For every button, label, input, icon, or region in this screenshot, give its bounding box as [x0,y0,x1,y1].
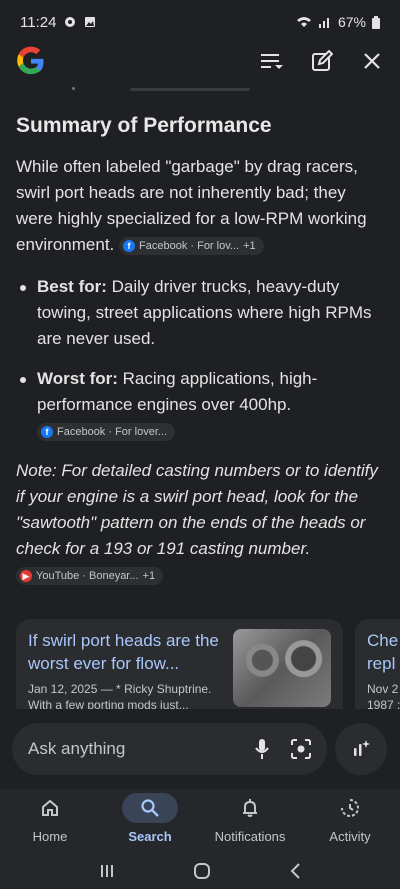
facebook-icon: f [41,425,53,438]
list-item: Worst for: Racing applications, high-per… [16,366,384,444]
sparkle-bars-icon [354,740,370,756]
lens-icon[interactable] [291,739,311,759]
recents-icon[interactable] [99,863,115,879]
settings-status-icon [65,17,76,27]
source-chip[interactable]: f Facebook · For lover... [37,422,176,441]
source-chip[interactable]: f Facebook · For lov... +1 [119,236,264,255]
bullet-label: Best for: [37,277,107,296]
nav-activity[interactable]: Activity [300,789,400,853]
menu-list-button[interactable] [260,49,284,73]
list-item: Best for: Daily driver trucks, heavy-dut… [16,274,384,352]
bell-icon [243,799,257,817]
image-status-icon [85,17,96,27]
search-icon [141,799,159,817]
list-menu-icon [261,54,283,69]
source-chip-label: Facebook · For lover... [57,425,168,438]
nav-label: Activity [329,829,371,844]
card-meta: Nov 2 1987 : [367,682,400,709]
ai-answer: Summary of Performance While often label… [16,112,384,588]
battery-icon [372,15,380,29]
battery-level: 67% [337,14,366,30]
result-card[interactable]: If swirl port heads are the worst ever f… [16,619,343,709]
bullet-label: Worst for: [37,369,118,388]
card-title: Che repl [367,631,399,673]
ask-input[interactable]: Ask anything [28,739,125,759]
nav-label: Notifications [214,829,286,844]
ask-bar[interactable]: Ask anything [12,723,327,775]
source-chip-extra: +1 [243,239,256,252]
app-header [0,38,400,84]
close-button[interactable] [360,49,384,73]
youtube-icon: ▶ [20,569,32,582]
note-text: Note: For detailed casting numbers or to… [16,461,378,558]
nav-label: Home [32,829,68,844]
section-title: Summary of Performance [16,114,272,137]
activity-icon [341,799,359,817]
edit-button[interactable] [310,49,334,73]
result-cards: If swirl port heads are the worst ever f… [16,619,400,709]
bottom-nav: Home Search Notifications Activity [0,789,400,853]
wifi-icon [296,17,311,27]
nav-label: Search [128,829,172,844]
note-paragraph: Note: For detailed casting numbers or to… [16,458,384,588]
source-chip-label: Facebook · For lov... [139,239,240,252]
card-thumbnail [233,629,331,707]
scroll-divider [130,88,250,91]
close-icon [364,53,380,69]
summary-paragraph: While often labeled "garbage" by drag ra… [16,154,384,258]
home-icon [42,799,58,816]
mic-icon[interactable] [255,739,269,759]
nav-home[interactable]: Home [0,789,100,853]
card-meta: Jan 12, 2025 — * Ricky Shuptrine. With a… [28,682,212,709]
result-card[interactable]: Che repl Nov 2 1987 : [355,619,400,709]
facebook-icon: f [123,239,136,252]
home-system-icon[interactable] [193,862,211,880]
nav-notifications[interactable]: Notifications [200,789,300,853]
bullet-list: Best for: Daily driver trucks, heavy-dut… [16,274,384,444]
divider-dot [72,87,75,90]
signal-icon [318,18,329,28]
back-icon[interactable] [289,862,301,880]
status-time: 11:24 [20,13,57,31]
source-chip[interactable]: ▶ YouTube · Boneyar... +1 [16,566,164,585]
edit-icon [312,50,333,71]
system-nav [0,853,400,889]
nav-search[interactable]: Search [100,789,200,853]
source-chip-label: YouTube · Boneyar... [36,569,139,582]
google-logo[interactable] [16,46,46,76]
ai-mode-button[interactable] [335,723,387,775]
card-title: If swirl port heads are the worst ever f… [28,631,219,673]
source-chip-extra: +1 [142,569,156,582]
